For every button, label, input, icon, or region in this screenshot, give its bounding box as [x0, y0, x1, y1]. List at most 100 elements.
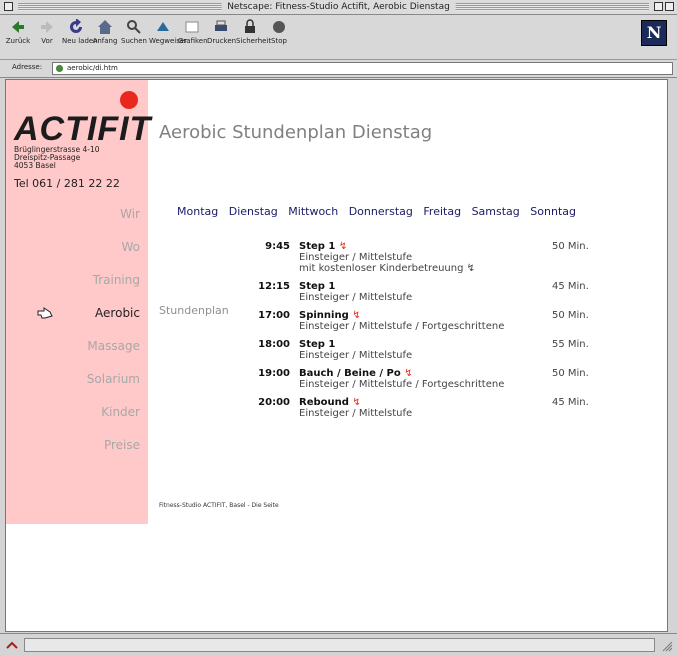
day-link-samstag[interactable]: Samstag: [472, 205, 520, 218]
logo-dot: [120, 91, 138, 109]
nav-item-solarium[interactable]: Solarium: [87, 372, 140, 386]
back-label: Zurück: [5, 37, 31, 45]
class-duration: 45 Min.: [552, 281, 589, 292]
class-duration: 50 Min.: [552, 241, 589, 252]
class-level: Einsteiger / Mittelstufe: [299, 350, 413, 361]
day-link-dienstag[interactable]: Dienstag: [229, 205, 278, 218]
class-note: mit kostenloser Kinderbetreuung ↯: [299, 263, 476, 274]
info-mark-icon[interactable]: ↯: [404, 368, 412, 379]
stop-icon: [273, 21, 285, 33]
search-button[interactable]: Suchen: [120, 19, 148, 45]
forward-arrow-icon: [41, 21, 53, 33]
search-label: Suchen: [121, 37, 147, 45]
security-label: Sicherheit: [236, 37, 272, 45]
class-level: Einsteiger / Mittelstufe: [299, 252, 413, 263]
class-time: 20:00: [258, 397, 290, 408]
security-icon: [245, 19, 255, 33]
guide-icon: [157, 22, 169, 31]
page-title: Aerobic Stundenplan Dienstag: [159, 122, 433, 143]
nav-item-massage[interactable]: Massage: [87, 339, 140, 353]
nav-item-aerobic[interactable]: Aerobic: [95, 306, 140, 320]
status-field: [24, 638, 655, 652]
resize-grip-icon[interactable]: [661, 640, 673, 652]
zoom-box-icon[interactable]: [654, 2, 663, 11]
print-button[interactable]: Drucken: [207, 19, 237, 45]
location-label: Adresse:: [12, 63, 43, 71]
home-icon: [98, 20, 112, 34]
reload-icon: [70, 19, 82, 33]
security-key-icon[interactable]: [6, 640, 18, 650]
class-name: Step 1: [299, 281, 336, 292]
nav-item-wir[interactable]: Wir: [120, 207, 140, 221]
reload-button[interactable]: Neu laden: [62, 19, 98, 45]
guide-label: Wegweiser: [149, 37, 188, 45]
forward-button[interactable]: Vor: [33, 19, 61, 45]
actifit-logo[interactable]: ACTIFIT: [14, 110, 151, 149]
guide-button[interactable]: Wegweiser: [149, 19, 188, 45]
class-name[interactable]: Rebound ↯: [299, 397, 361, 408]
images-label: Grafiken: [178, 37, 208, 45]
back-button[interactable]: Zurück: [4, 19, 32, 45]
sidebar: ACTIFIT Brüglingerstrasse 4-10 Dreispitz…: [6, 80, 151, 524]
day-tabs: Montag Dienstag Mittwoch Donnerstag Frei…: [177, 205, 581, 218]
nav-item-kinder[interactable]: Kinder: [101, 405, 140, 419]
class-level: Einsteiger / Mittelstufe / Fortgeschritt…: [299, 321, 505, 332]
class-duration: 45 Min.: [552, 397, 589, 408]
print-icon: [215, 20, 227, 31]
location-field[interactable]: aerobic/di.htm: [52, 62, 673, 75]
location-url: aerobic/di.htm: [67, 64, 118, 72]
bookmark-icon[interactable]: [55, 64, 64, 73]
class-time: 9:45: [265, 241, 290, 252]
class-time: 18:00: [258, 339, 290, 350]
back-arrow-icon: [12, 21, 24, 33]
nav-item-preise[interactable]: Preise: [104, 438, 140, 452]
nav-item-training[interactable]: Training: [93, 273, 140, 287]
address-line: 4053 Basel: [14, 161, 56, 170]
images-button[interactable]: Grafiken: [178, 19, 208, 45]
info-mark-icon[interactable]: ↯: [339, 241, 347, 252]
class-duration: 50 Min.: [552, 310, 589, 321]
status-bar: [0, 633, 677, 656]
stop-label: Stop: [271, 37, 287, 45]
window-title: Netscape: Fitness-Studio Actifit, Aerobi…: [221, 1, 456, 13]
day-link-sonntag[interactable]: Sonntag: [530, 205, 576, 218]
footer-text: Fitness-Studio ACTIFIT, Basel - Die Seit…: [159, 502, 279, 509]
browser-window: Netscape: Fitness-Studio Actifit, Aerobi…: [0, 0, 677, 656]
images-icon: [185, 21, 199, 33]
class-duration: 55 Min.: [552, 339, 589, 350]
location-bar: Adresse: aerobic/di.htm: [0, 60, 677, 78]
day-link-donnerstag[interactable]: Donnerstag: [349, 205, 413, 218]
info-mark-icon[interactable]: ↯: [352, 397, 360, 408]
class-time: 19:00: [258, 368, 290, 379]
address: Brüglingerstrasse 4-10 Dreispitz-Passage…: [14, 146, 100, 170]
class-name[interactable]: Step 1 ↯: [299, 241, 347, 252]
home-button[interactable]: Anfang: [91, 19, 119, 45]
class-time: 12:15: [258, 281, 290, 292]
day-link-mittwoch[interactable]: Mittwoch: [288, 205, 338, 218]
toolbar: Zurück Vor Neu laden Anfang Suchen Wegwe…: [0, 15, 677, 60]
class-level: Einsteiger / Mittelstufe: [299, 292, 413, 303]
close-box-icon[interactable]: [4, 2, 13, 11]
reload-label: Neu laden: [62, 37, 98, 45]
info-mark-icon[interactable]: ↯: [352, 310, 360, 321]
security-button[interactable]: Sicherheit: [236, 19, 272, 45]
search-icon: [127, 20, 141, 34]
schedule-label: Stundenplan: [159, 304, 229, 317]
day-link-montag[interactable]: Montag: [177, 205, 218, 218]
phone: Tel 061 / 281 22 22: [14, 177, 120, 190]
title-bar[interactable]: Netscape: Fitness-Studio Actifit, Aerobi…: [0, 0, 677, 15]
print-label: Drucken: [207, 37, 237, 45]
nav-item-wo[interactable]: Wo: [121, 240, 140, 254]
class-level: Einsteiger / Mittelstufe / Fortgeschritt…: [299, 379, 505, 390]
class-name[interactable]: Bauch / Beine / Po ↯: [299, 368, 413, 379]
page-content: ACTIFIT Brüglingerstrasse 4-10 Dreispitz…: [5, 79, 668, 632]
forward-label: Vor: [41, 37, 53, 45]
class-name[interactable]: Spinning ↯: [299, 310, 361, 321]
stop-button[interactable]: Stop: [265, 19, 293, 45]
home-label: Anfang: [92, 37, 118, 45]
pointing-hand-icon: [37, 307, 53, 319]
class-level: Einsteiger / Mittelstufe: [299, 408, 413, 419]
netscape-logo[interactable]: N: [641, 20, 667, 46]
collapse-box-icon[interactable]: [665, 2, 674, 11]
day-link-freitag[interactable]: Freitag: [423, 205, 461, 218]
